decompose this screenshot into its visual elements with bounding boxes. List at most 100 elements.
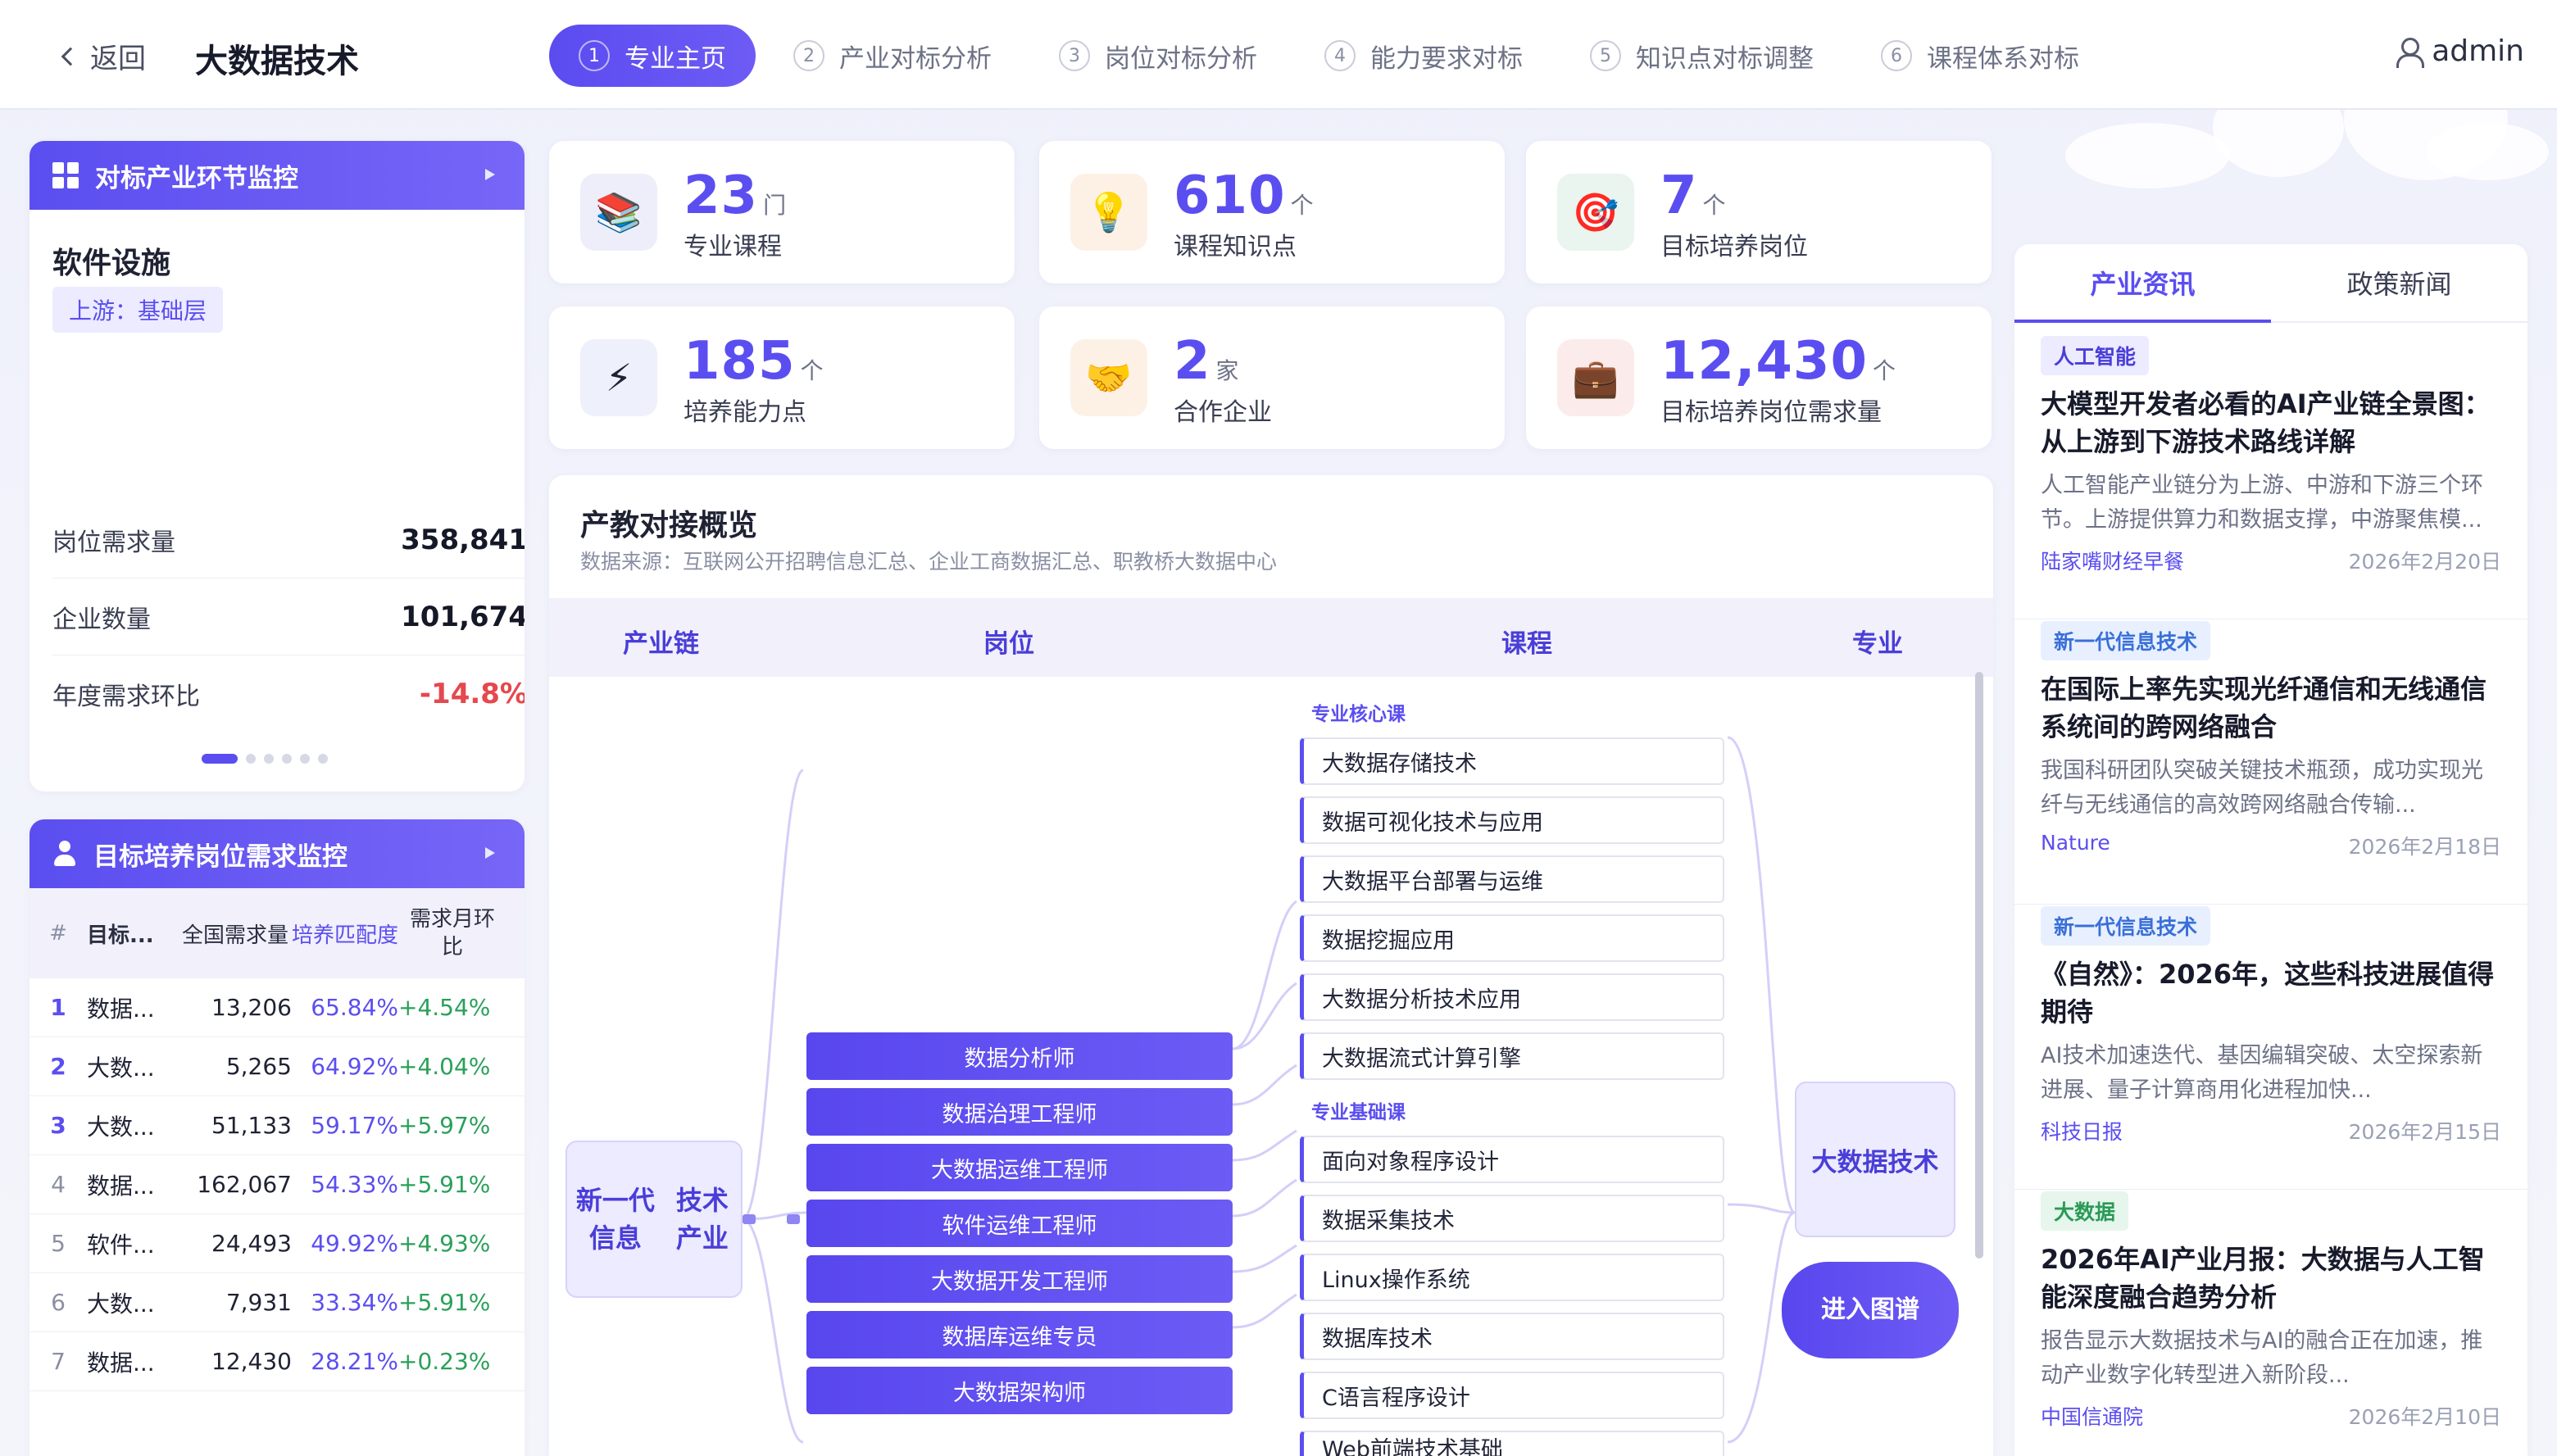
carousel-dot[interactable] <box>202 754 238 764</box>
major-node[interactable]: 大数据技术 <box>1795 1082 1955 1237</box>
news-date: 2026年2月20日 <box>2348 550 2501 574</box>
step-1[interactable]: 1 专业主页 <box>549 25 756 87</box>
vertical-scrollbar[interactable] <box>1975 672 1983 1259</box>
carousel-dot[interactable] <box>318 754 328 764</box>
row-change: +5.97% <box>398 1112 491 1139</box>
carousel-dot[interactable] <box>264 754 274 764</box>
table-row[interactable]: 6 大数... 7,931 33.34% +5.91% <box>30 1273 525 1332</box>
stat-card: 💡 610 个课程知识点 <box>1039 141 1505 283</box>
stat-unit: 家 <box>1215 357 1240 384</box>
industry-chain-node[interactable]: 新一代信息 技术产业 <box>565 1141 743 1298</box>
news-summary: AI技术加速迭代、基因编辑突破、太空探索新进展、量子计算商用化进程加快... <box>2041 1043 2483 1103</box>
row-total: 5,265 <box>225 1053 292 1080</box>
step-number: 6 <box>1881 40 1912 71</box>
back-button[interactable]: 返回 <box>61 36 146 76</box>
row-name: 软件... <box>87 1231 155 1259</box>
industry-monitor-header[interactable]: 对标产业环节监控 <box>30 141 525 210</box>
tab-industry-news[interactable]: 产业资讯 <box>2014 244 2271 323</box>
news-source[interactable]: 中国信通院 <box>2041 1401 2143 1431</box>
row-match: 33.34% <box>311 1289 398 1316</box>
news-item[interactable]: 大数据 2026年AI产业月报：大数据与人工智能深度融合趋势分析 报告显示大数据技术… <box>2014 1191 2527 1456</box>
job-node[interactable]: 软件运维工程师 <box>806 1200 1233 1247</box>
row-match: 59.17% <box>311 1112 398 1139</box>
course-node[interactable]: C语言程序设计 <box>1300 1372 1724 1419</box>
table-row[interactable]: 7 数据... 12,430 28.21% +0.23% <box>30 1332 525 1391</box>
segment-tag: 上游：基础层 <box>52 287 224 333</box>
job-node[interactable]: 数据库运维专员 <box>806 1311 1233 1358</box>
job-node[interactable]: 大数据运维工程师 <box>806 1144 1233 1191</box>
news-source[interactable]: Nature <box>2041 831 2110 860</box>
row-name: 大数... <box>87 1054 155 1082</box>
job-node[interactable]: 大数据架构师 <box>806 1367 1233 1414</box>
demand-monitor-panel: 目标培养岗位需求监控 # 目标... 全国需求量 培养匹配度 需求月环比 1 数据… <box>30 819 525 1456</box>
course-node[interactable]: 大数据流式计算引擎 <box>1300 1032 1724 1080</box>
course-node[interactable]: 面向对象程序设计 <box>1300 1136 1724 1183</box>
enter-graph-button[interactable]: 进入图谱 <box>1782 1262 1959 1358</box>
course-node[interactable]: 数据挖掘应用 <box>1300 914 1724 962</box>
row-match: 64.92% <box>311 1053 398 1080</box>
table-row[interactable]: 5 软件... 24,493 49.92% +4.93% <box>30 1214 525 1273</box>
col-name[interactable]: 目标... <box>87 919 177 949</box>
row-index: 3 <box>50 1112 66 1139</box>
user-menu[interactable]: admin <box>2396 34 2524 68</box>
news-title[interactable]: 《自然》：2026年，这些科技进展值得期待 <box>2041 955 2501 1031</box>
step-6[interactable]: 6 课程体系对标 <box>1851 25 2109 87</box>
table-row[interactable]: 1 数据... 13,206 65.84% +4.54% <box>30 978 525 1037</box>
col-change[interactable]: 需求月环比 <box>410 905 495 961</box>
demand-monitor-header[interactable]: 目标培养岗位需求监控 <box>30 819 525 888</box>
step-2[interactable]: 2 产业对标分析 <box>764 25 1021 87</box>
course-node[interactable]: 大数据分析技术应用 <box>1300 973 1724 1021</box>
job-node[interactable]: 数据治理工程师 <box>806 1088 1233 1136</box>
course-node[interactable]: 数据采集技术 <box>1300 1195 1724 1242</box>
course-node[interactable]: 数据可视化技术与应用 <box>1300 796 1724 844</box>
stat-card: 🎯 7 个目标培养岗位 <box>1526 141 1992 283</box>
table-row[interactable]: 4 数据... 162,067 54.33% +5.91% <box>30 1155 525 1214</box>
stat-card: 💼 12,430 个目标培养岗位需求量 <box>1526 306 1992 449</box>
course-node[interactable]: Web前端技术基础 <box>1300 1431 1724 1456</box>
panel-title: 目标培养岗位需求监控 <box>93 841 347 872</box>
step-4[interactable]: 4 能力要求对标 <box>1295 25 1552 87</box>
stat-label: 目标培养岗位需求量 <box>1660 398 1882 427</box>
news-title[interactable]: 大模型开发者必看的AI产业链全景图：从上游到下游技术路线详解 <box>2041 385 2501 460</box>
carousel-dot[interactable] <box>246 754 256 764</box>
news-title[interactable]: 在国际上率先实现光纤通信和无线通信系统间的跨网络融合 <box>2041 670 2501 746</box>
news-source[interactable]: 陆家嘴财经早餐 <box>2041 546 2184 575</box>
stat-card: 🤝 2 家合作企业 <box>1039 306 1505 449</box>
carousel-dot[interactable] <box>300 754 310 764</box>
row-total: 7,931 <box>225 1289 292 1316</box>
row-name: 大数... <box>87 1113 155 1141</box>
carousel-dot[interactable] <box>282 754 292 764</box>
step-5[interactable]: 5 知识点对标调整 <box>1560 25 1843 87</box>
col-match[interactable]: 培养匹配度 <box>288 919 398 949</box>
news-source[interactable]: 科技日报 <box>2041 1116 2123 1145</box>
news-item[interactable]: 新一代信息技术 在国际上率先实现光纤通信和无线通信系统间的跨网络融合 我国科研团队突… <box>2014 621 2527 905</box>
row-change: +4.54% <box>398 994 491 1021</box>
step-3[interactable]: 3 岗位对标分析 <box>1029 25 1287 87</box>
connector-lines <box>742 736 1796 1444</box>
industry-chain-node-line: 新一代信息 <box>575 1185 655 1254</box>
tab-policy-news[interactable]: 政策新闻 <box>2271 244 2527 321</box>
course-node[interactable]: Linux操作系统 <box>1300 1254 1724 1301</box>
course-node[interactable]: 数据库技术 <box>1300 1313 1724 1360</box>
news-item[interactable]: 新一代信息技术 《自然》：2026年，这些科技进展值得期待 AI技术加速迭代、基因编… <box>2014 906 2527 1190</box>
table-row[interactable]: 3 大数... 51,133 59.17% +5.97% <box>30 1096 525 1155</box>
chevron-left-icon <box>61 47 80 66</box>
lightning-icon: ⚡ <box>580 339 657 416</box>
caret-right-icon <box>485 847 495 859</box>
course-node[interactable]: 大数据平台部署与运维 <box>1300 855 1724 903</box>
stat-card: ⚡ 185 个培养能力点 <box>549 306 1015 449</box>
col-total[interactable]: 全国需求量 <box>177 919 288 949</box>
news-meta: 陆家嘴财经早餐 2026年2月20日 <box>2041 546 2501 575</box>
handshake-icon: 🤝 <box>1070 339 1147 416</box>
target-icon: 🎯 <box>1557 174 1634 251</box>
news-tag: 大数据 <box>2041 1191 2129 1231</box>
job-node[interactable]: 大数据开发工程师 <box>806 1255 1233 1303</box>
step-number: 2 <box>793 40 824 71</box>
table-row[interactable]: 2 大数... 5,265 64.92% +4.04% <box>30 1037 525 1096</box>
news-item[interactable]: 人工智能 大模型开发者必看的AI产业链全景图：从上游到下游技术路线详解 人工智能产业… <box>2014 336 2527 619</box>
news-title[interactable]: 2026年AI产业月报：大数据与人工智能深度融合趋势分析 <box>2041 1241 2501 1316</box>
job-node[interactable]: 数据分析师 <box>806 1032 1233 1080</box>
row-name: 数据... <box>87 1172 155 1200</box>
metric-value: -14.8% <box>419 678 525 710</box>
course-node[interactable]: 大数据存储技术 <box>1300 737 1724 785</box>
